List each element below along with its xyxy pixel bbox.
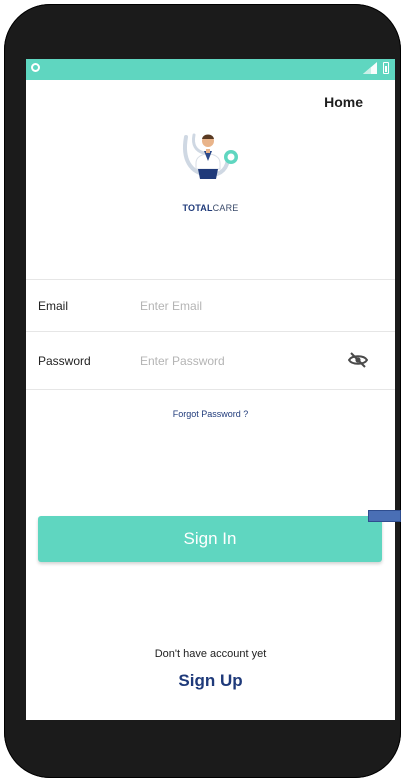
- email-label: Email: [38, 299, 69, 313]
- divider: [26, 331, 395, 332]
- no-account-text: Don't have account yet: [154, 648, 267, 660]
- phone-frame: Home TOTALCARE Email Enter Email Passwor…: [4, 4, 401, 778]
- email-field[interactable]: [140, 296, 330, 316]
- signal-icon: [363, 62, 377, 74]
- annotation-marker: [368, 510, 401, 522]
- doctor-stethoscope-logo: [170, 129, 250, 199]
- status-bar: [26, 59, 395, 80]
- password-field[interactable]: [140, 351, 330, 371]
- password-label: Password: [38, 354, 91, 368]
- eye-off-icon[interactable]: [347, 352, 369, 368]
- circle-icon: [31, 63, 40, 72]
- home-link[interactable]: Home: [324, 94, 363, 110]
- divider: [26, 389, 395, 390]
- app-screen: Home TOTALCARE Email Enter Email Passwor…: [26, 59, 395, 720]
- divider: [26, 279, 395, 280]
- status-icons: [363, 62, 389, 74]
- sign-in-button[interactable]: Sign In: [38, 516, 382, 562]
- brand-part1: TOTAL: [182, 203, 213, 213]
- brand-name: TOTALCARE: [26, 203, 395, 213]
- brand-part2: CARE: [212, 203, 239, 213]
- forgot-password-link[interactable]: Forgot Password ?: [26, 409, 395, 419]
- battery-icon: [383, 62, 389, 74]
- sign-up-link[interactable]: Sign Up: [26, 671, 395, 691]
